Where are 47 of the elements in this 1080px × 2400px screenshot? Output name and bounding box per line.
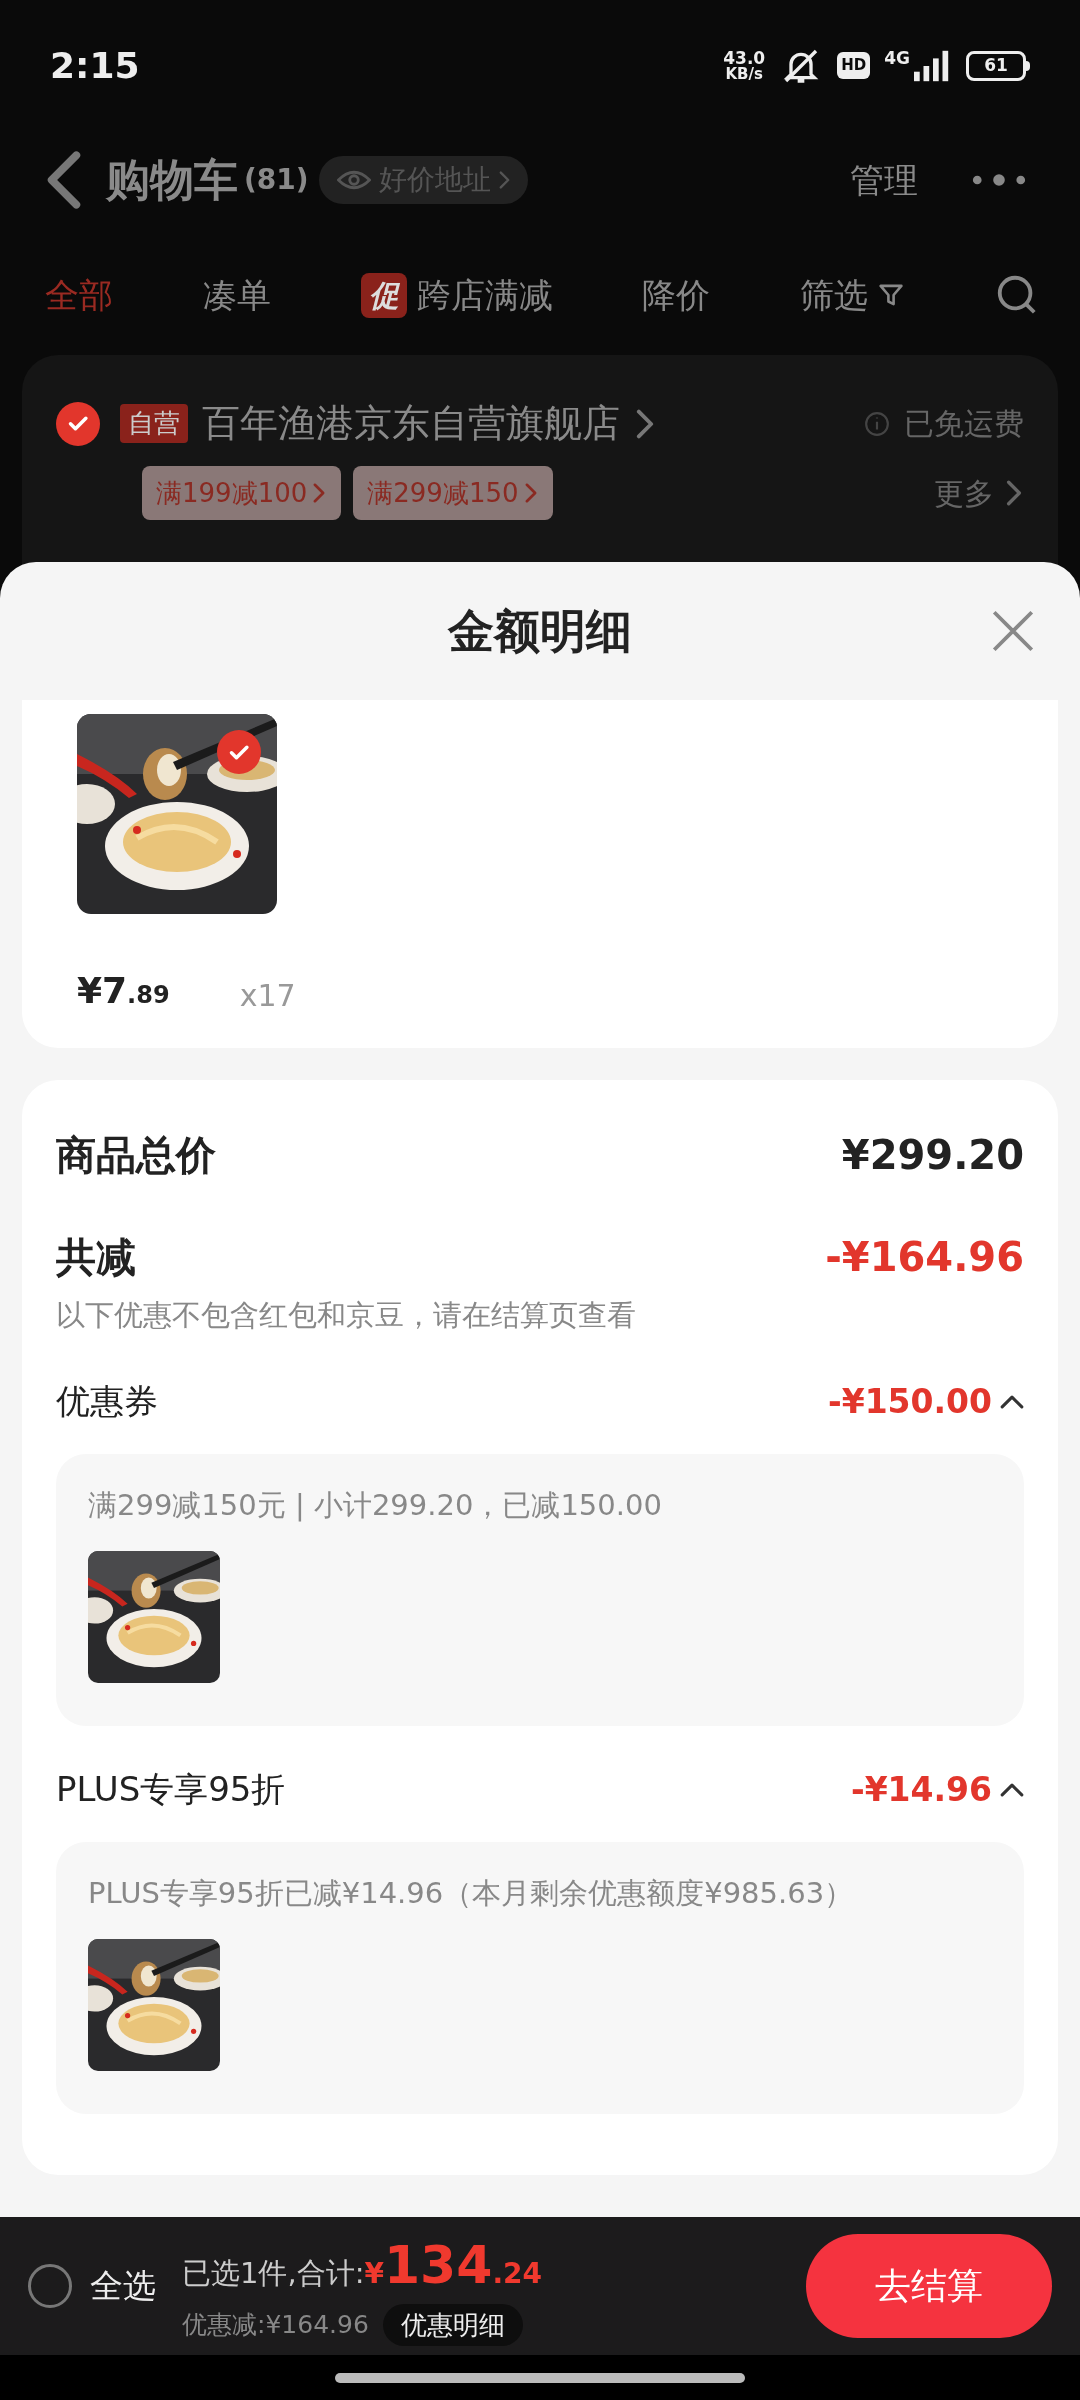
info-icon [864,410,890,437]
cart-count: (81) [244,162,309,198]
filter-tab[interactable]: 促 跨店满减 [360,269,553,321]
select-all-label[interactable]: 全选 [90,2261,156,2311]
promo-badge: 促 [360,272,407,318]
network-speed-unit: KB/s [725,66,763,82]
manage-button[interactable]: 管理 [850,154,918,206]
chevron-right-icon [634,408,656,439]
chevron-up-icon [1000,1394,1024,1409]
total-amount: ¥299.20 [841,1131,1024,1180]
chevron-up-icon [1000,1782,1024,1797]
more-link[interactable]: 更多 [934,470,1024,516]
network-type: 4G [884,49,910,67]
selected-summary: 已选1件,合计: [182,2255,365,2292]
discount-amount: -¥164.96 [825,1233,1024,1282]
discount-toggle[interactable]: -¥150.00 [828,1376,1024,1427]
self-operated-tag: 自营 [120,404,188,443]
sheet-title: 金额明细 [448,602,632,660]
filter-tab[interactable]: 凑单 [202,269,271,321]
discount-detail: PLUS专享95折已减¥14.96（本月剩余优惠额度¥985.63） [88,1874,855,1912]
total-label: 商品总价 [56,1131,216,1180]
total-price: ¥134.24 [364,2234,543,2297]
discount-detail-button[interactable]: 优惠明细 [382,2304,523,2346]
store-name[interactable]: 百年渔港京东自营旗舰店 [202,395,620,452]
unit-price: ¥7.89 [77,969,170,1013]
chevron-right-icon [498,171,510,189]
quantity: x17 [239,977,296,1015]
filter-tab[interactable]: 降价 [642,269,711,321]
discount-type: PLUS专享95折 [56,1768,286,1811]
discount-type: 优惠券 [56,1380,158,1423]
discount-note: 以下优惠不包含红包和京豆，请在结算页查看 [56,1297,637,1334]
page-title: 购物车 [106,153,238,207]
filter-tab[interactable]: 筛选 [800,269,905,321]
discount-detail: 满299减150元 | 小计299.20，已减150.00 [88,1486,663,1524]
more-icon[interactable] [970,172,1028,188]
checkout-button[interactable]: 去结算 [806,2234,1052,2338]
select-all-checkbox[interactable] [28,2264,72,2308]
shipping-note: 已免运费 [904,405,1024,443]
home-indicator[interactable] [335,2372,745,2383]
discount-label: 共减 [56,1233,136,1282]
saved-amount: 优惠减:¥164.96 [182,2309,369,2342]
network-speed: 43.0 [723,49,766,67]
discount-toggle[interactable]: -¥14.96 [850,1764,1024,1815]
hd-badge: HD [837,52,871,79]
store-checkbox[interactable] [56,401,100,446]
clock: 2:15 [50,43,140,88]
chevron-right-icon [1004,480,1024,506]
